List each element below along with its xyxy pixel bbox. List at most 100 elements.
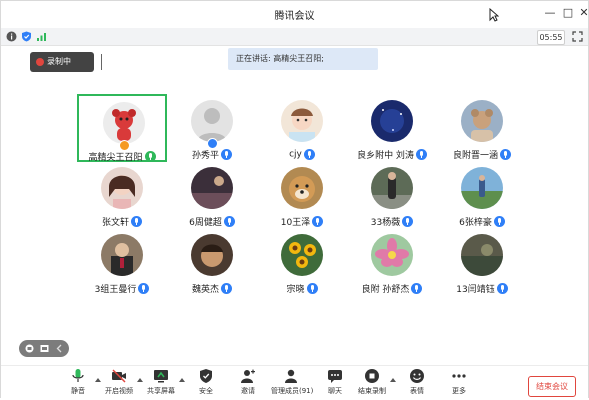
stop-record-icon[interactable] — [108, 57, 117, 66]
participant-tile[interactable]: 13闫靖钰 — [437, 228, 527, 296]
avatar — [461, 234, 503, 276]
signal-icon[interactable] — [36, 31, 47, 42]
invite-button[interactable]: 邀请 — [228, 368, 268, 398]
security-shield-icon — [200, 369, 212, 383]
reaction-label: 表情 — [410, 387, 424, 395]
share-screen-button[interactable]: 共享屏幕 — [141, 368, 181, 398]
participant-name: 10王泽 — [280, 218, 311, 228]
chat-button[interactable]: 聊天 — [315, 368, 355, 398]
window-title: 腾讯会议 — [274, 11, 315, 22]
mic-icon — [415, 149, 427, 160]
participant-tile[interactable]: 高精尖王召阳 — [77, 94, 167, 163]
avatar — [461, 100, 503, 142]
recording-indicator[interactable]: 录制中 — [30, 52, 117, 72]
mic-icon — [500, 149, 511, 160]
participant-tile[interactable]: 孙秀平 — [167, 94, 257, 162]
grid-view-icon[interactable] — [25, 344, 34, 353]
view-pager[interactable] — [19, 340, 69, 357]
emoji-icon — [410, 369, 424, 383]
mic-icon — [221, 149, 232, 160]
microphone-icon — [72, 369, 84, 382]
avatar — [371, 100, 413, 142]
avatar — [191, 100, 233, 142]
bottom-toolbar: 静音 开启视频 共享屏幕 安全 邀请 管理成员(91) 聊天 结束录制 表情 更… — [1, 365, 588, 400]
mic-icon — [138, 283, 150, 294]
participant-name: 魏英杰 — [191, 285, 219, 295]
participant-name: cjy — [289, 149, 302, 160]
stop-recording-button[interactable]: 结束录制 — [352, 368, 392, 398]
mic-icon — [312, 216, 324, 227]
info-bar: 05:55 — [1, 28, 588, 46]
info-icon[interactable] — [6, 31, 17, 42]
participant-tile[interactable]: 张文轩 — [77, 161, 167, 229]
video-off-icon — [112, 369, 126, 383]
avatar — [461, 167, 503, 209]
avatar — [101, 234, 143, 276]
meeting-timer: 05:55 — [537, 30, 565, 45]
mic-icon — [223, 216, 235, 227]
participant-tile[interactable]: 6周健超 — [167, 161, 257, 229]
manage-members-label: 管理成员(91) — [271, 387, 314, 395]
mouse-cursor-icon — [489, 8, 499, 22]
participant-tile[interactable]: cjy — [257, 94, 347, 162]
participant-tile[interactable]: 良附 孙舒杰 — [347, 228, 437, 296]
manage-members-button[interactable]: 管理成员(91) — [271, 368, 314, 398]
maximize-button[interactable]: □ — [560, 5, 576, 21]
mute-button[interactable]: 静音 — [58, 368, 98, 398]
fullscreen-icon[interactable] — [572, 31, 583, 42]
participant-tile[interactable]: 魏英杰 — [167, 228, 257, 296]
more-button[interactable]: 更多 — [439, 368, 479, 398]
participant-name: 6张梓豪 — [459, 218, 492, 228]
share-screen-label: 共享屏幕 — [147, 387, 175, 395]
participant-name: 良乡附中 刘涛 — [357, 151, 414, 161]
mic-icon — [306, 283, 318, 294]
avatar — [371, 167, 413, 209]
security-button[interactable]: 安全 — [186, 368, 226, 398]
participant-tile[interactable]: 3组王曼行 — [77, 228, 167, 296]
participant-name: 良附晋一涵 — [452, 151, 498, 161]
participant-tile[interactable]: 10王泽 — [257, 161, 347, 229]
divider — [101, 54, 102, 70]
avatar — [371, 234, 413, 276]
minimize-button[interactable]: — — [542, 5, 558, 21]
participant-name: 宗晓 — [286, 285, 305, 295]
mic-icon — [221, 283, 232, 294]
avatar — [101, 167, 143, 209]
stop-recording-label: 结束录制 — [358, 387, 386, 395]
participant-name: 张文轩 — [101, 218, 129, 228]
reaction-button[interactable]: 表情 — [397, 368, 437, 398]
share-screen-icon — [154, 370, 168, 383]
shield-icon[interactable] — [21, 31, 32, 42]
participant-name: 33杨薇 — [370, 218, 401, 228]
members-icon — [285, 369, 297, 383]
avatar — [281, 167, 323, 209]
avatar — [281, 100, 323, 142]
end-meeting-button[interactable]: 结束会议 — [528, 376, 576, 397]
record-dot-icon — [36, 58, 44, 66]
mic-icon — [411, 283, 423, 294]
more-dots-icon — [452, 374, 466, 378]
mic-icon — [131, 216, 142, 227]
record-options-caret-icon[interactable] — [390, 378, 396, 382]
close-button[interactable]: ✕ — [576, 5, 589, 21]
avatar — [191, 234, 233, 276]
participant-tile[interactable]: 33杨薇 — [347, 161, 437, 229]
gallery-view-icon[interactable] — [40, 344, 49, 353]
participant-tile[interactable]: 良附晋一涵 — [437, 94, 527, 162]
speaking-text: 正在讲话: 高精尖王召阳; — [236, 54, 324, 63]
chat-icon — [328, 370, 342, 383]
participant-name: 孙秀平 — [191, 151, 219, 161]
participant-name: 3组王曼行 — [94, 285, 137, 295]
participant-tile[interactable]: 良乡附中 刘涛 — [347, 94, 437, 162]
participant-name: 13闫靖钰 — [456, 285, 495, 295]
mic-icon — [402, 216, 414, 227]
start-video-button[interactable]: 开启视频 — [99, 368, 139, 398]
participant-tile[interactable]: 宗晓 — [257, 228, 347, 296]
share-options-caret-icon[interactable] — [179, 378, 185, 382]
start-video-label: 开启视频 — [105, 387, 133, 395]
participant-tile[interactable]: 6张梓豪 — [437, 161, 527, 229]
title-bar: 腾讯会议 — □ ✕ — [1, 1, 589, 28]
mic-icon — [496, 283, 508, 294]
security-label: 安全 — [199, 387, 213, 395]
chevron-left-icon[interactable] — [55, 344, 64, 353]
